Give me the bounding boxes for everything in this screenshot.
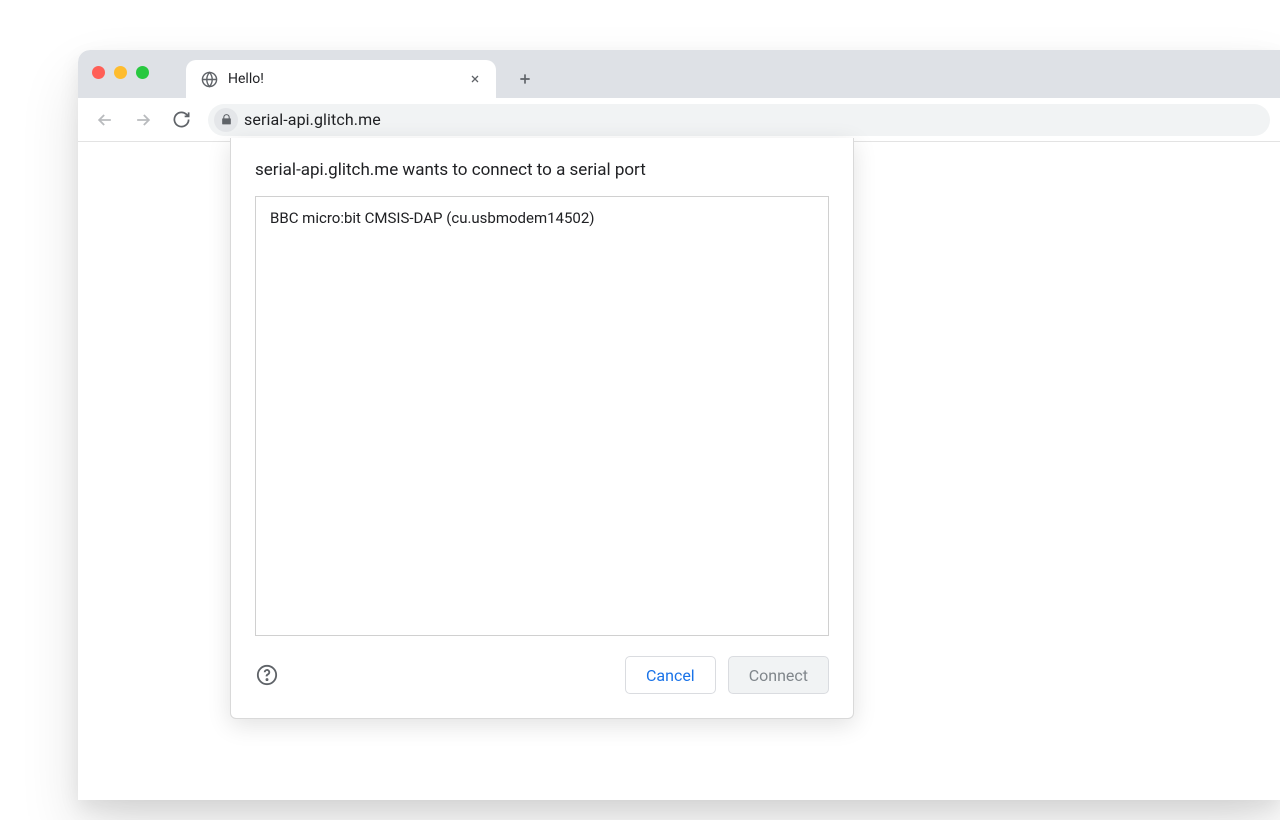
toolbar: serial-api.glitch.me [78,98,1280,142]
globe-icon [200,70,218,88]
stage: Hello! serial-ap [0,0,1280,820]
dialog-footer: Cancel Connect [231,636,853,718]
new-tab-button[interactable] [510,64,540,94]
window-controls [92,66,149,79]
fullscreen-window-button[interactable] [136,66,149,79]
page-content: serial-api.glitch.me wants to connect to… [78,142,1280,800]
browser-tab[interactable]: Hello! [186,60,496,98]
close-window-button[interactable] [92,66,105,79]
forward-button[interactable] [126,103,160,137]
address-bar[interactable]: serial-api.glitch.me [208,104,1270,136]
connect-button[interactable]: Connect [728,656,829,694]
reload-button[interactable] [164,103,198,137]
tab-strip: Hello! [78,50,1280,98]
lock-icon[interactable] [214,108,238,132]
url-text: serial-api.glitch.me [244,110,381,129]
cancel-button[interactable]: Cancel [625,656,716,694]
help-icon[interactable] [255,663,279,687]
minimize-window-button[interactable] [114,66,127,79]
tab-title: Hello! [228,71,456,87]
serial-port-permission-dialog: serial-api.glitch.me wants to connect to… [230,138,854,719]
dialog-title: serial-api.glitch.me wants to connect to… [231,138,853,196]
back-button[interactable] [88,103,122,137]
browser-window: Hello! serial-ap [78,50,1280,800]
device-list-item[interactable]: BBC micro:bit CMSIS-DAP (cu.usbmodem1450… [256,197,828,239]
close-tab-button[interactable] [466,70,484,88]
device-list[interactable]: BBC micro:bit CMSIS-DAP (cu.usbmodem1450… [255,196,829,636]
